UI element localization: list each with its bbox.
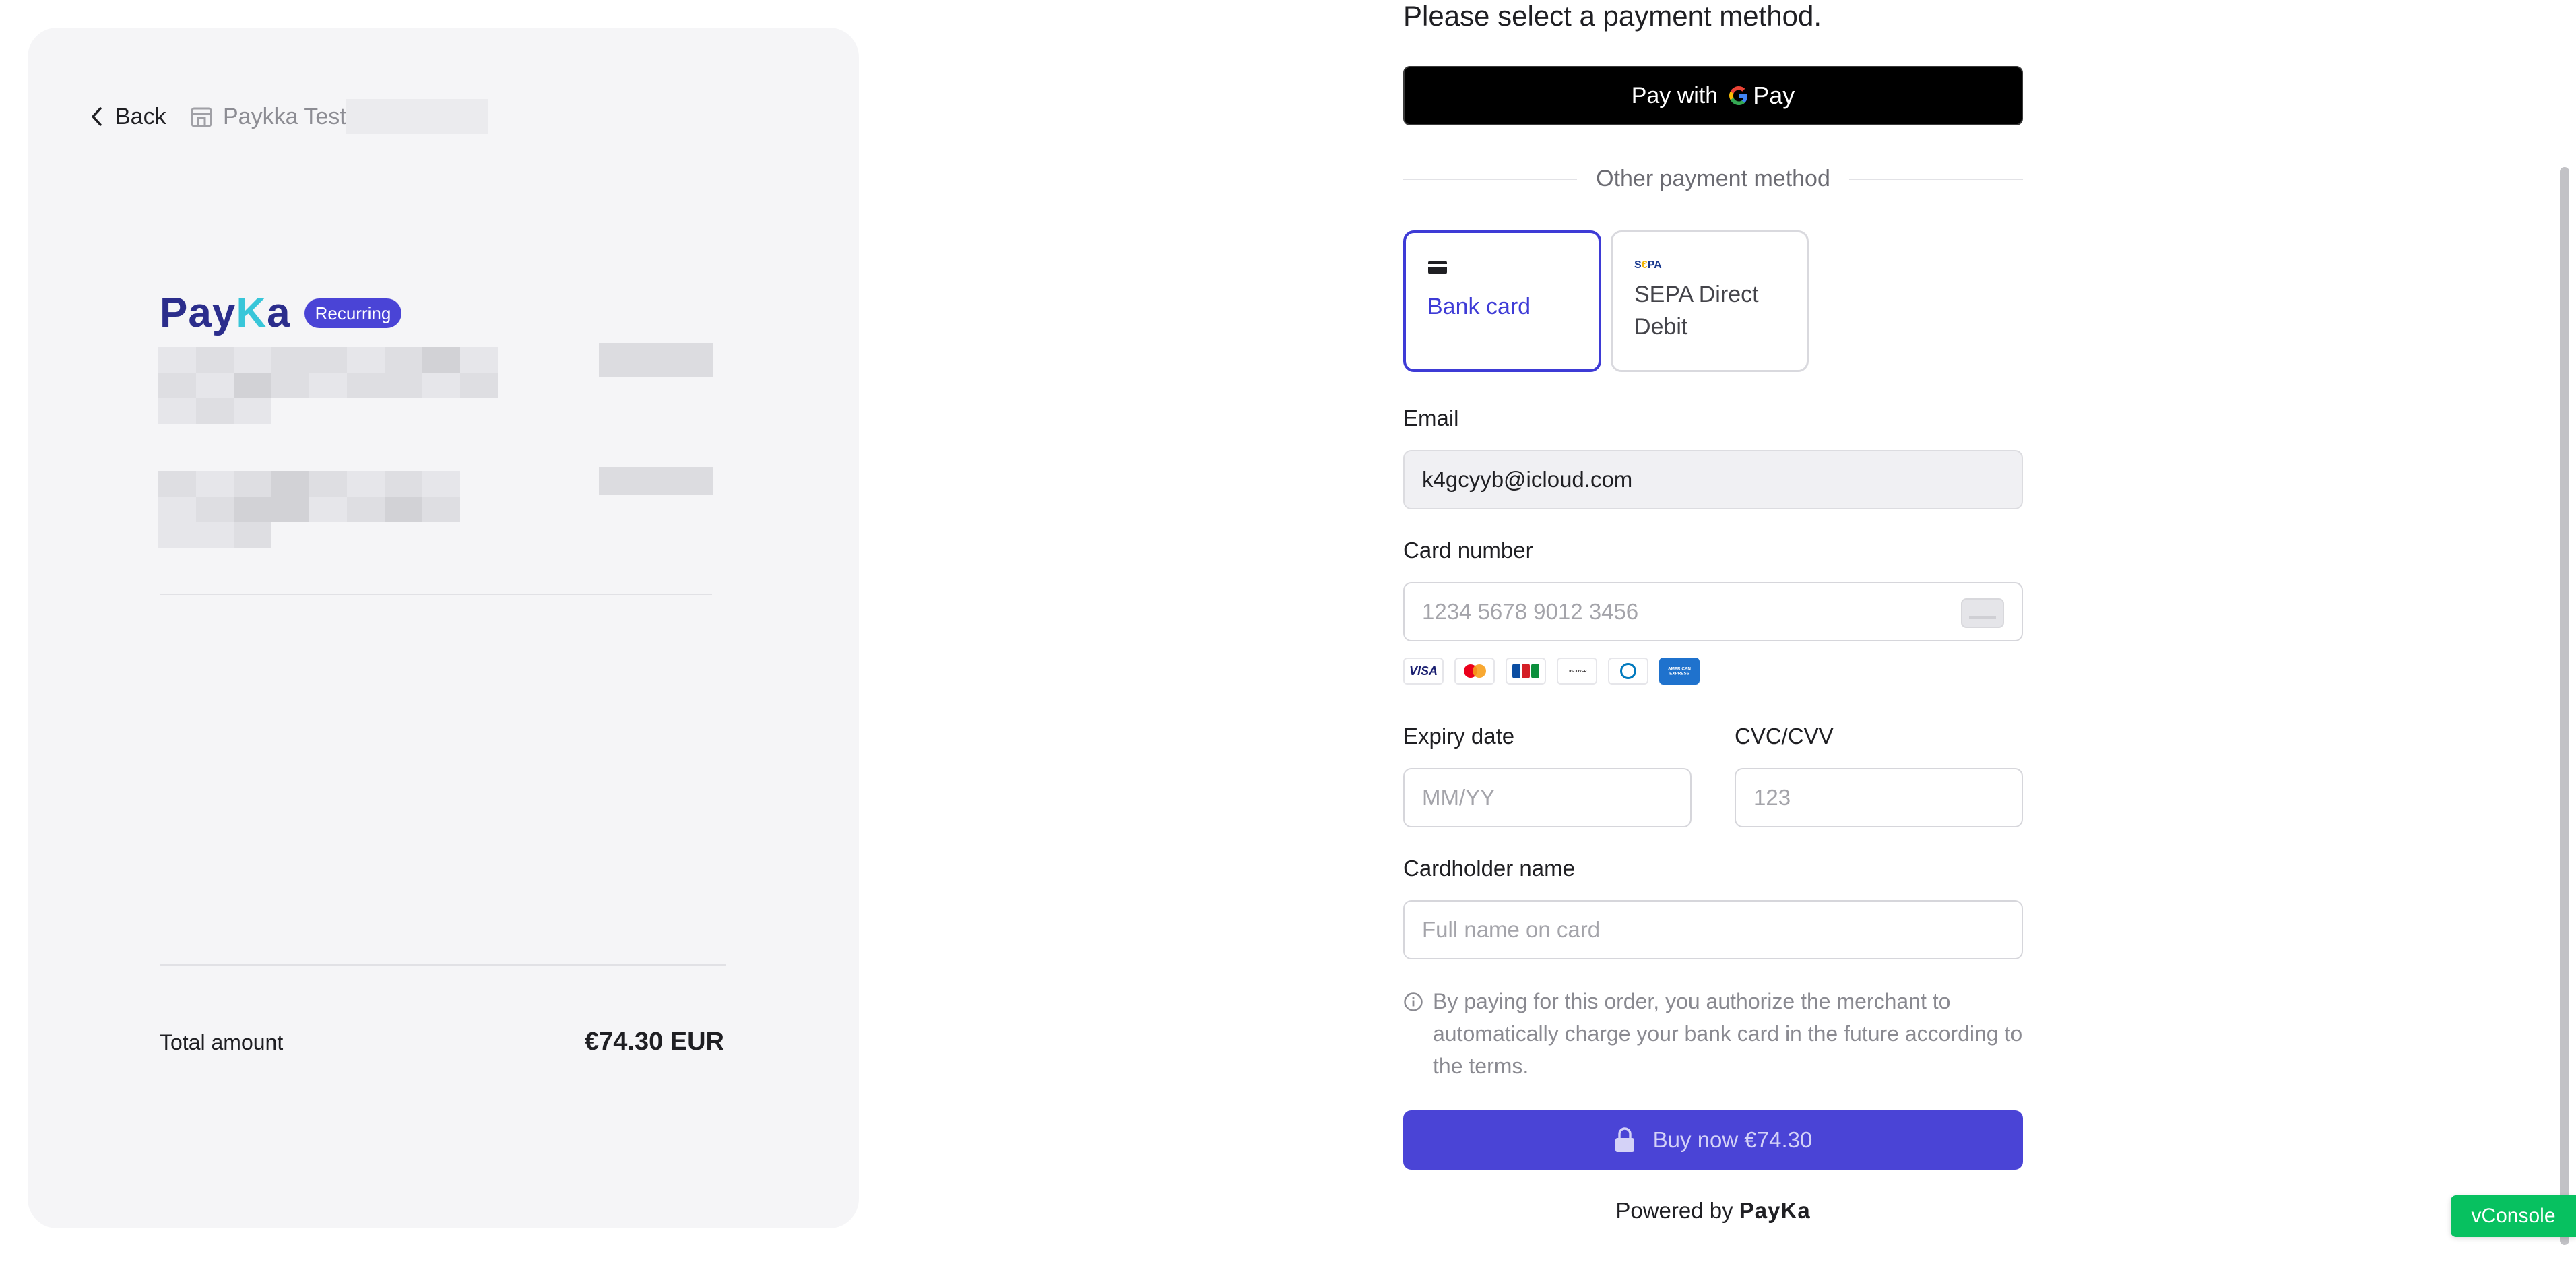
expiry-field[interactable]: [1403, 768, 1692, 827]
method-sepa-direct-debit[interactable]: S€PA SEPA Direct Debit: [1611, 230, 1809, 372]
total-amount-label: Total amount: [160, 1030, 284, 1054]
other-methods-separator: Other payment method: [1403, 166, 2023, 192]
items-divider: [160, 594, 712, 595]
cardholder-field[interactable]: [1403, 900, 2023, 959]
jcb-icon: [1506, 658, 1546, 685]
card-number-label: Card number: [1403, 538, 1533, 563]
merchant-logo-row: PayKa Recurring: [160, 289, 402, 337]
expiry-label: Expiry date: [1403, 724, 1515, 749]
mastercard-icon: [1454, 658, 1495, 685]
gpay-prefix: Pay with: [1631, 82, 1718, 108]
chevron-left-icon: [92, 107, 102, 126]
email-label: Email: [1403, 406, 1459, 431]
sepa-icon: S€PA: [1634, 259, 1662, 271]
card-number-field[interactable]: [1403, 582, 2023, 641]
page-scrollbar[interactable]: [2560, 167, 2569, 1245]
lock-icon: [1615, 1127, 1634, 1152]
cardholder-input[interactable]: [1422, 917, 2004, 943]
authorization-notice: By paying for this order, you authorize …: [1403, 985, 2023, 1082]
credit-card-icon: [1428, 261, 1447, 274]
diners-club-icon: [1608, 658, 1648, 685]
total-amount-value: €74.30 EUR: [584, 1028, 724, 1056]
redacted-item-name-2: [158, 471, 536, 548]
email-value: k4gcyyb@icloud.com: [1422, 467, 1633, 492]
order-summary-panel: Back Paykka Test PayKa Recurring Total a…: [28, 28, 859, 1228]
buy-now-label: Buy now €74.30: [1652, 1127, 1813, 1152]
google-g-icon: [1729, 86, 1748, 105]
method-bank-card[interactable]: Bank card: [1403, 230, 1601, 372]
total-divider: [160, 964, 726, 966]
vconsole-button[interactable]: vConsole: [2451, 1195, 2576, 1237]
cvc-field[interactable]: [1735, 768, 2023, 827]
redacted-item-price-2: [599, 467, 713, 495]
back-label: Back: [115, 103, 166, 129]
paykka-logo: PayKa: [160, 290, 291, 336]
powered-by: Powered by PayKa: [1615, 1198, 1811, 1223]
merchant-name: Paykka Test: [223, 103, 346, 129]
cvc-label: CVC/CVV: [1735, 724, 1834, 749]
back-button[interactable]: Back: [88, 96, 166, 137]
page-title: Please select a payment method.: [1403, 0, 1822, 32]
paykka-footer-logo: PayKa: [1739, 1198, 1811, 1223]
notice-text: By paying for this order, you authorize …: [1433, 989, 2023, 1078]
store-icon: [191, 107, 212, 127]
email-field[interactable]: k4gcyyb@icloud.com: [1403, 450, 2023, 509]
method-label: Bank card: [1427, 294, 1531, 319]
recurring-badge: Recurring: [304, 298, 402, 328]
buy-now-button[interactable]: Buy now €74.30: [1403, 1110, 2023, 1170]
method-label: SEPA Direct Debit: [1634, 282, 1759, 340]
redacted-merchant-suffix: [346, 99, 488, 134]
other-methods-label: Other payment method: [1596, 166, 1830, 191]
discover-icon: DISCOVER: [1557, 658, 1597, 685]
american-express-icon: AMERICAN EXPRESS: [1659, 658, 1700, 685]
redacted-item-price-1: [599, 343, 713, 377]
merchant-info: Paykka Test: [189, 96, 488, 137]
cvc-input[interactable]: [1753, 785, 2004, 811]
info-icon: [1404, 992, 1423, 1011]
card-number-input[interactable]: [1422, 599, 2004, 625]
expiry-input[interactable]: [1422, 785, 1673, 811]
cardholder-label: Cardholder name: [1403, 856, 1575, 881]
card-brand-list: VISA DISCOVER AMERICAN EXPRESS: [1403, 658, 1700, 685]
google-pay-button[interactable]: Pay with Pay: [1403, 66, 2023, 125]
redacted-item-name-1: [158, 347, 536, 424]
gpay-label: Pay: [1753, 82, 1795, 109]
card-placeholder-icon: [1961, 598, 2004, 628]
visa-icon: VISA: [1403, 658, 1444, 685]
